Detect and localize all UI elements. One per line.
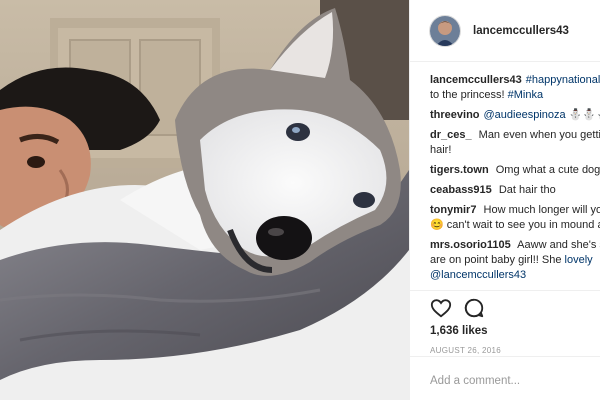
comment-item: dr_ces_ Man even when you gettin have co… [430, 128, 600, 158]
post-photo[interactable] [0, 0, 409, 400]
comment-item: threevino @audieespinoza ⛄⛄⛄ [430, 108, 600, 123]
add-comment-box [410, 356, 600, 399]
post-date: AUGUST 26, 2016 [430, 346, 502, 355]
comment-text: Dat hair tho [498, 184, 556, 196]
caption-hashtag-minka[interactable]: #Minka [508, 89, 543, 101]
post-header: lancemccullers43 [410, 0, 600, 62]
caption-text: to the princess! [430, 89, 505, 101]
comment-input[interactable] [430, 375, 600, 387]
post-sidebar: lancemccullers43 lancemccullers43 #happyn… [409, 0, 600, 400]
comment-username[interactable]: mrs.osorio1105 [430, 239, 511, 251]
header-username[interactable]: lancemccullers43 [473, 25, 569, 37]
like-count[interactable]: 1,636 likes [430, 325, 600, 337]
action-icons [430, 293, 600, 323]
comment-text: Omg what a cute dog [495, 164, 600, 176]
heart-icon[interactable] [430, 297, 452, 319]
post-actions: 1,636 likes AUGUST 26, 2016 [410, 290, 600, 398]
avatar-image [430, 15, 460, 46]
comment-text: ⛄⛄⛄ [568, 109, 600, 121]
comment-item: ceabass915 Dat hair tho [430, 183, 600, 198]
comment-username[interactable]: dr_ces_ [430, 129, 472, 141]
comment-item: tigers.town Omg what a cute dog [430, 163, 600, 178]
caption-username[interactable]: lancemccullers43 [430, 74, 522, 86]
comment-item: tonymir7 How much longer will you the DL… [430, 203, 600, 233]
comment-list: lancemccullers43 #happynational to the pr… [410, 62, 600, 290]
avatar[interactable] [429, 14, 461, 47]
comment-bubble-icon[interactable] [463, 297, 485, 319]
comment-username[interactable]: ceabass915 [430, 184, 492, 196]
caption: lancemccullers43 #happynational to the pr… [430, 73, 600, 103]
husky-selfie-image [0, 0, 409, 400]
comment-username[interactable]: tigers.town [430, 164, 489, 176]
comment-item: mrs.osorio1105 Aaww and she's s 😜 You ar… [430, 238, 600, 283]
comment-username[interactable]: tonymir7 [430, 204, 476, 216]
comment-username[interactable]: threevino [430, 109, 480, 121]
comment-mention[interactable]: @audieespinoza [484, 109, 566, 121]
caption-hashtag[interactable]: #happynational [526, 74, 600, 86]
